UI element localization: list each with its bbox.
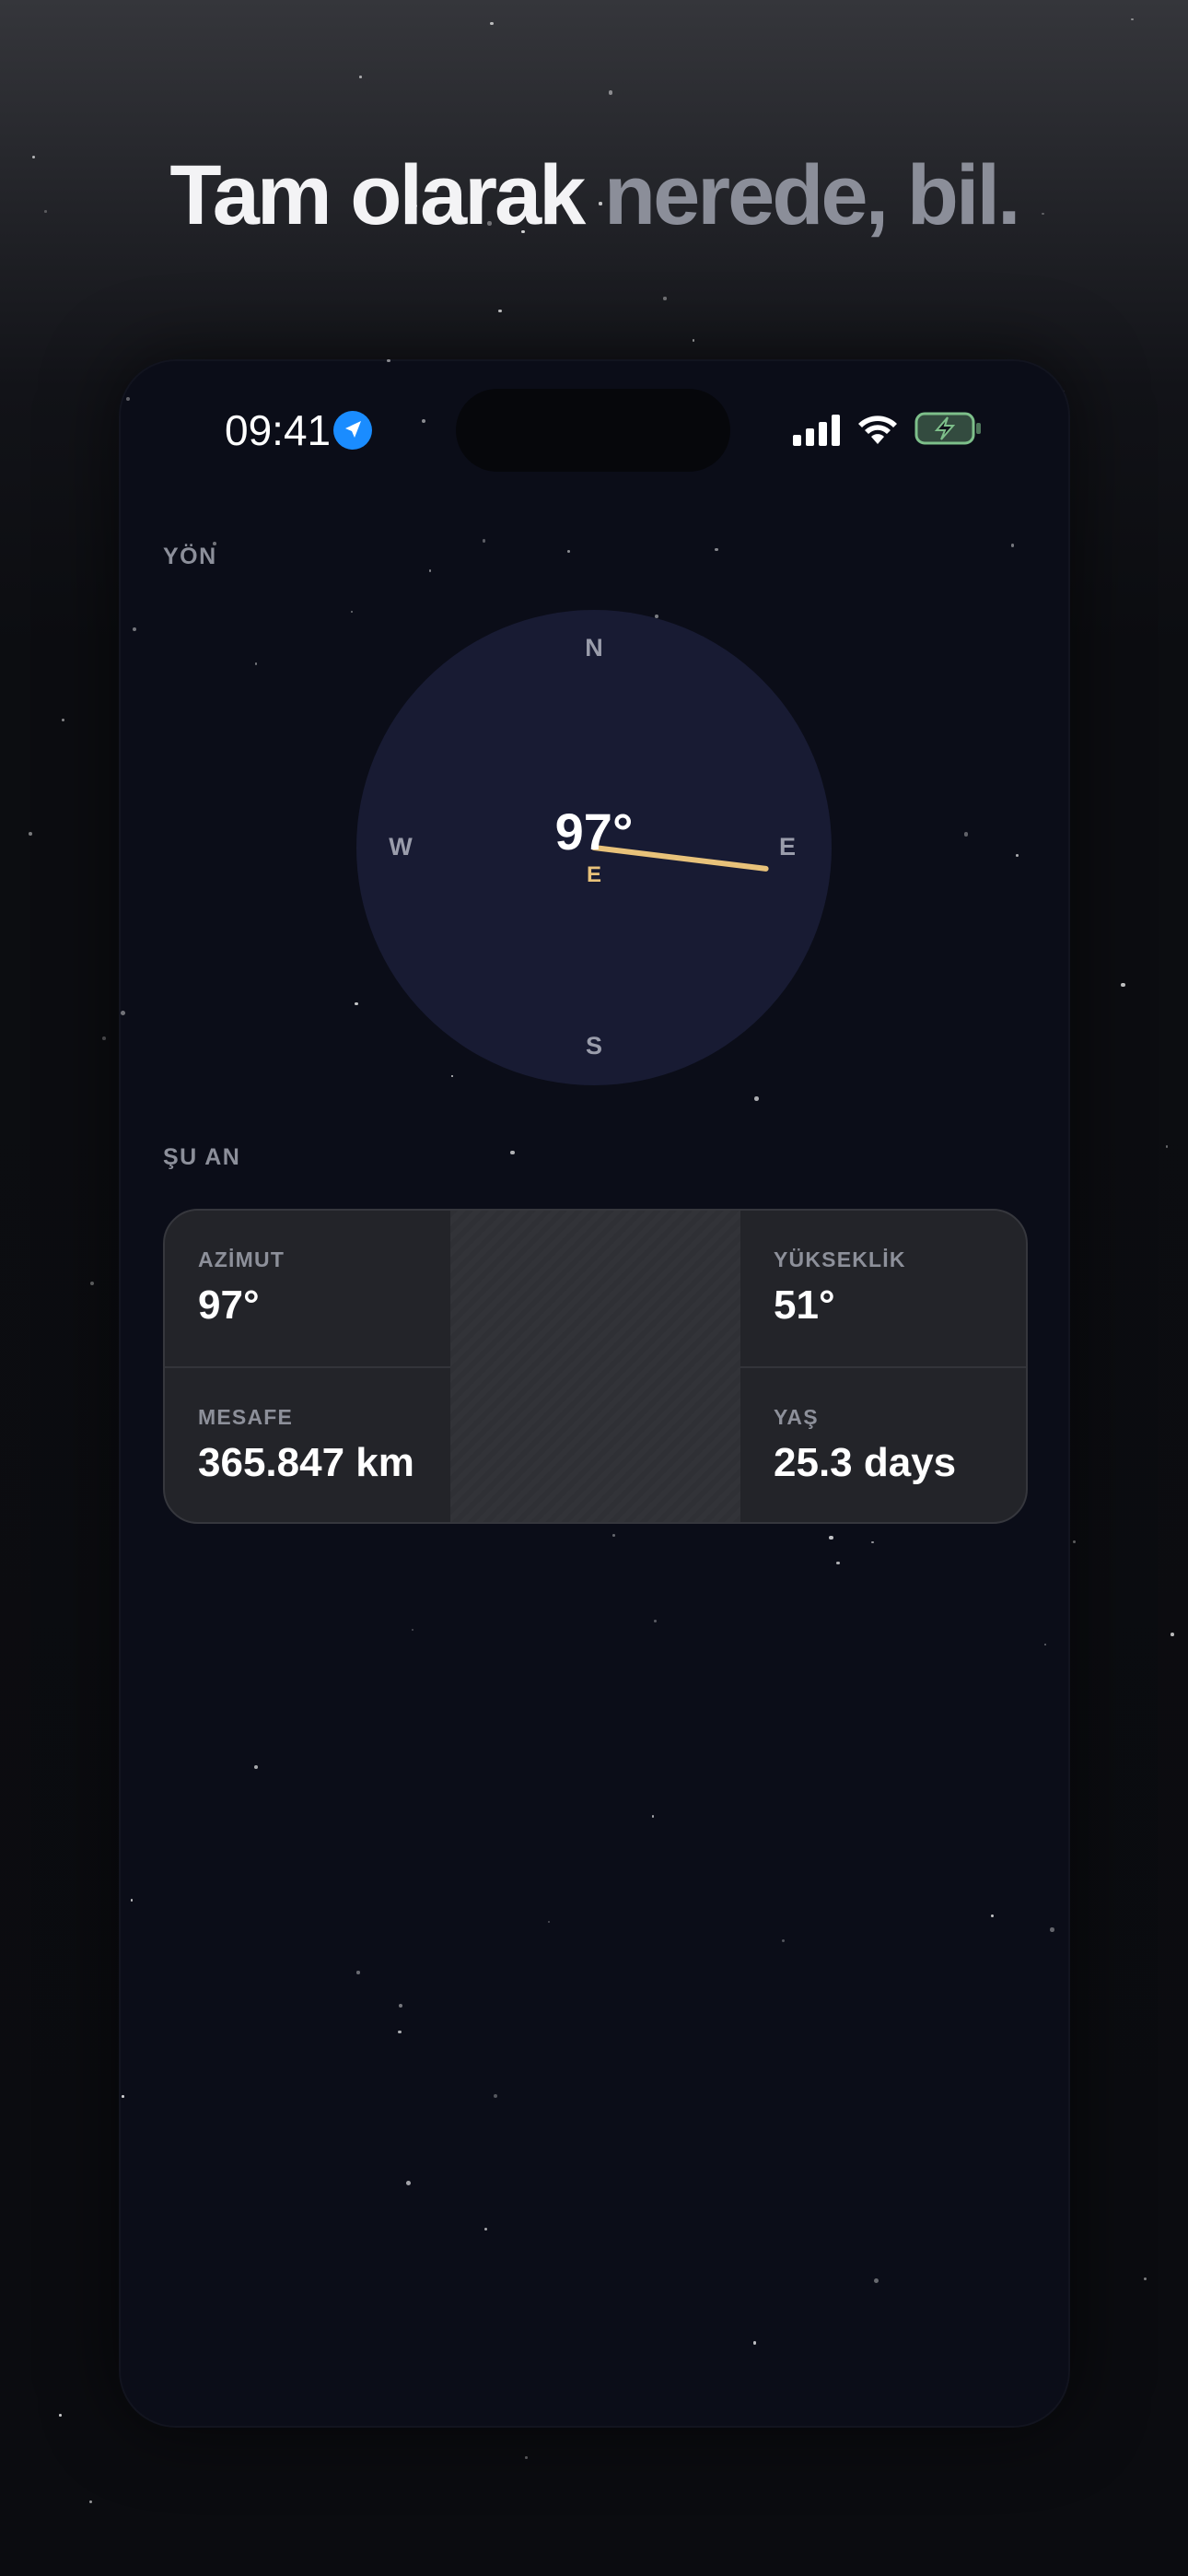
- star: [1131, 18, 1134, 21]
- dynamic-island: [456, 389, 730, 472]
- star: [483, 2228, 487, 2231]
- star: [387, 359, 390, 363]
- now-section-label: ŞU AN: [163, 1144, 241, 1170]
- star: [398, 2030, 402, 2034]
- star: [991, 1914, 995, 1918]
- star: [566, 550, 570, 554]
- star: [254, 1765, 259, 1769]
- stats-card: AZİMUT 97° MESAFE 365.847 km YÜKSEKLİK 5…: [163, 1209, 1028, 1524]
- star: [653, 1620, 657, 1622]
- battery-charging-icon: [914, 412, 981, 445]
- star: [781, 1938, 786, 1942]
- star: [829, 1535, 833, 1540]
- star: [715, 547, 718, 551]
- stat-label: MESAFE: [198, 1405, 294, 1429]
- device-frame: 09:41 YÖN N S W E 97° E ŞU AN AZİMUT 97°…: [119, 359, 1070, 2428]
- star: [871, 1540, 874, 1544]
- stat-value: 97°: [198, 1282, 260, 1328]
- star: [663, 297, 667, 300]
- star: [494, 2093, 497, 2098]
- stat-altitude: YÜKSEKLİK 51°: [740, 1211, 1026, 1366]
- star: [412, 1629, 414, 1632]
- star: [547, 1921, 550, 1924]
- stat-value: 25.3 days: [774, 1440, 957, 1485]
- headline-primary: Tam olarak: [169, 148, 604, 242]
- star: [125, 396, 130, 401]
- star: [1165, 1145, 1169, 1148]
- star: [1143, 2277, 1147, 2281]
- compass-dial: N S W E 97° E: [356, 610, 832, 1085]
- star: [498, 309, 502, 313]
- headline-secondary: nerede, bil.: [603, 148, 1021, 242]
- star: [612, 1533, 615, 1537]
- compass-heading-value: 97°: [554, 802, 634, 861]
- star: [122, 2095, 124, 2098]
- star: [692, 338, 695, 342]
- star: [131, 1899, 134, 1902]
- stat-value: 365.847 km: [198, 1440, 414, 1485]
- stats-center-panel: [450, 1211, 740, 1522]
- star: [405, 2180, 411, 2185]
- star: [651, 1815, 655, 1818]
- status-time: 09:41: [225, 406, 332, 454]
- star: [754, 1096, 759, 1101]
- star: [608, 90, 613, 96]
- star: [1121, 982, 1125, 988]
- star: [1050, 1927, 1054, 1932]
- star: [120, 1011, 125, 1015]
- star: [1016, 854, 1019, 858]
- stat-label: AZİMUT: [198, 1247, 285, 1271]
- star: [1063, 388, 1066, 392]
- headline: Tam olarak nerede, bil.: [0, 147, 1188, 244]
- wifi-icon: [858, 416, 897, 444]
- compass-heading-direction: E: [586, 862, 601, 887]
- cellular-signal-icon: [793, 415, 840, 446]
- direction-section-label: YÖN: [163, 544, 217, 569]
- stat-azimuth: AZİMUT 97°: [165, 1211, 450, 1366]
- star: [482, 538, 486, 543]
- star: [90, 1281, 95, 1285]
- star: [752, 2341, 756, 2345]
- location-arrow-icon: [333, 411, 372, 450]
- star: [398, 2003, 402, 2008]
- star: [88, 2500, 93, 2504]
- star: [428, 569, 432, 572]
- star: [28, 831, 32, 836]
- star: [1073, 1540, 1077, 1543]
- star: [510, 1150, 515, 1155]
- star: [61, 718, 65, 722]
- app-store-screenshot: Tam olarak nerede, bil. 09:41 YÖN N S W …: [0, 0, 1188, 2576]
- star: [133, 627, 137, 632]
- stat-age: YAŞ 25.3 days: [740, 1366, 1026, 1522]
- star: [350, 611, 353, 614]
- star: [359, 76, 362, 78]
- star: [963, 831, 969, 837]
- stat-label: YÜKSEKLİK: [774, 1247, 906, 1271]
- star: [1043, 1644, 1046, 1646]
- stat-value: 51°: [774, 1282, 835, 1328]
- star: [421, 418, 425, 423]
- star: [101, 1036, 106, 1041]
- star: [254, 662, 257, 665]
- star: [525, 2456, 528, 2459]
- star: [874, 2278, 879, 2284]
- star: [59, 2414, 62, 2417]
- stat-distance: MESAFE 365.847 km: [165, 1366, 450, 1522]
- star: [836, 1561, 840, 1565]
- star: [356, 1971, 360, 1974]
- stat-label: YAŞ: [774, 1405, 819, 1429]
- star: [1010, 544, 1015, 547]
- star: [1171, 1633, 1174, 1636]
- star: [490, 21, 494, 25]
